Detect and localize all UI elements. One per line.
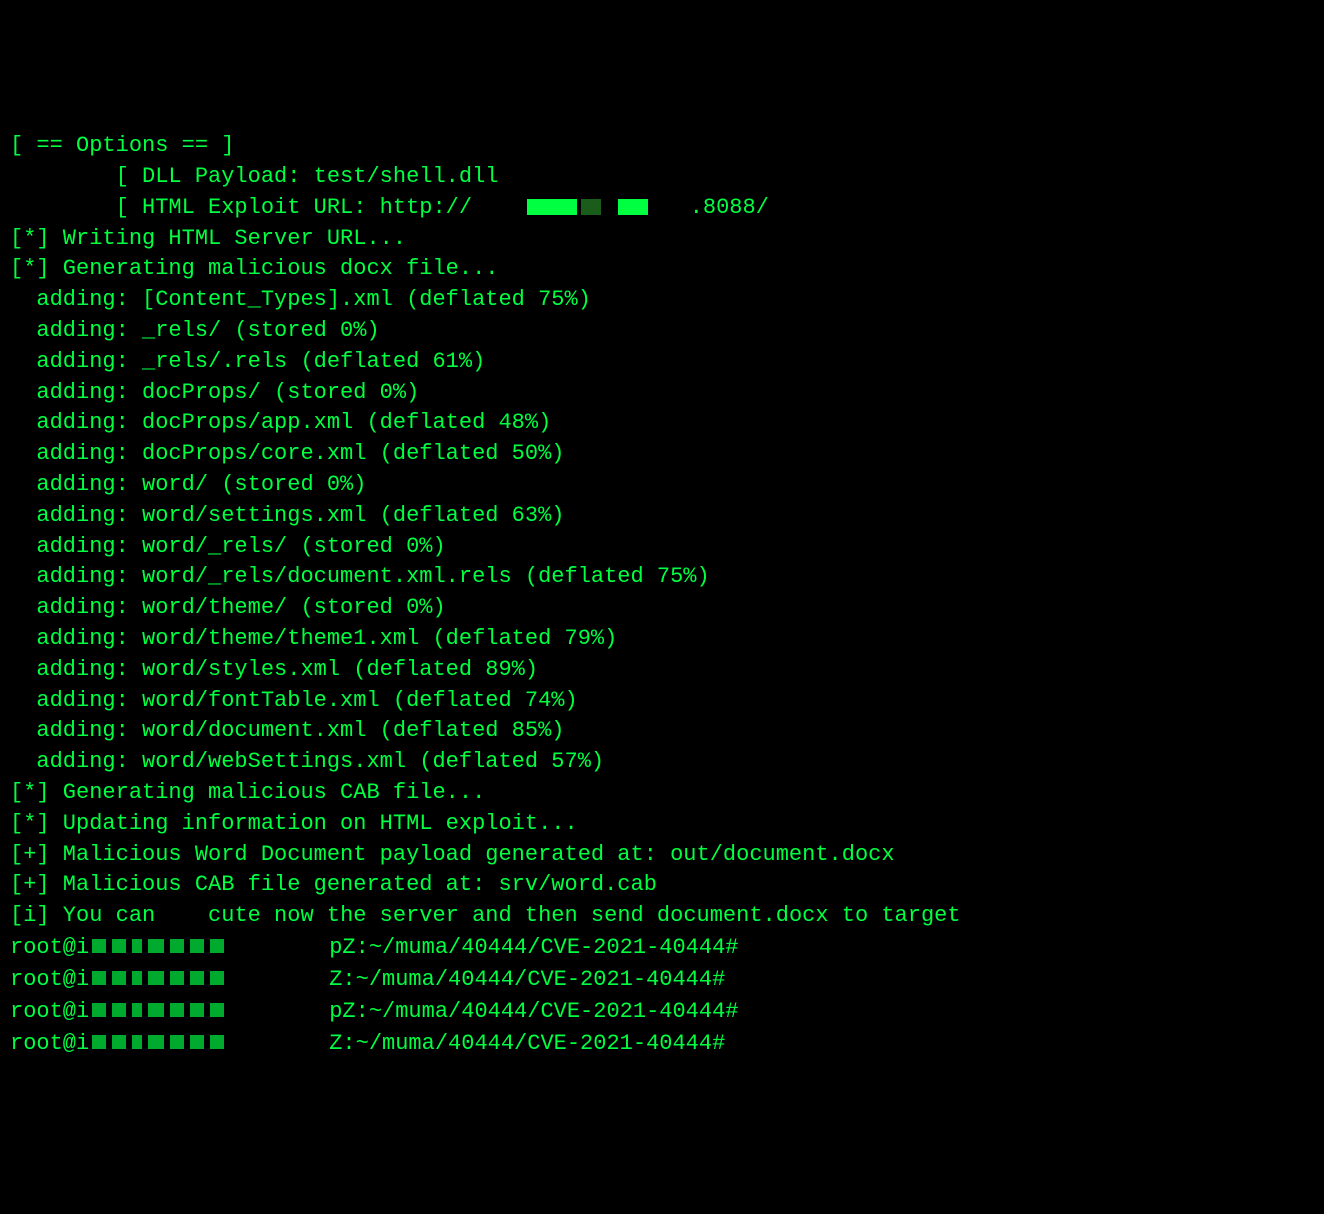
adding-line: adding: docProps/core.xml (deflated 50%) [10,439,1314,470]
adding-line: adding: word/document.xml (deflated 85%) [10,716,1314,747]
shell-prompt[interactable]: root@ipZ:~/muma/40444/CVE-2021-40444# [10,996,1314,1028]
adding-line: adding: word/theme/ (stored 0%) [10,593,1314,624]
shell-prompt[interactable]: root@iZ:~/muma/40444/CVE-2021-40444# [10,1028,1314,1060]
shell-prompt[interactable]: root@iZ:~/muma/40444/CVE-2021-40444# [10,964,1314,996]
options-header: [ == Options == ] [10,131,1314,162]
terminal-output[interactable]: [ == Options == ] [ DLL Payload: test/sh… [10,131,1314,1060]
redacted-hostname [89,996,329,1027]
adding-line: adding: word/settings.xml (deflated 63%) [10,501,1314,532]
status-generating-cab: [*] Generating malicious CAB file... [10,778,1314,809]
adding-line: adding: word/_rels/document.xml.rels (de… [10,562,1314,593]
info-line: [i] You can cute now the server and then… [10,901,1314,932]
status-cab-generated: [+] Malicious CAB file generated at: srv… [10,870,1314,901]
status-generating-docx: [*] Generating malicious docx file... [10,254,1314,285]
adding-line: adding: word/_rels/ (stored 0%) [10,532,1314,563]
redacted-hostname [89,1028,329,1059]
redacted-hostname [89,964,329,995]
redacted-hostname [89,932,329,963]
adding-line: adding: _rels/ (stored 0%) [10,316,1314,347]
status-updating-info: [*] Updating information on HTML exploit… [10,809,1314,840]
adding-line: adding: docProps/ (stored 0%) [10,378,1314,409]
status-writing-url: [*] Writing HTML Server URL... [10,224,1314,255]
status-payload-generated: [+] Malicious Word Document payload gene… [10,840,1314,871]
adding-line: adding: word/theme/theme1.xml (deflated … [10,624,1314,655]
adding-line: adding: [Content_Types].xml (deflated 75… [10,285,1314,316]
adding-line: adding: word/fontTable.xml (deflated 74%… [10,686,1314,717]
html-exploit-url-line: [ HTML Exploit URL: http:// .8088/ [10,193,1314,224]
adding-line: adding: word/webSettings.xml (deflated 5… [10,747,1314,778]
adding-line: adding: word/ (stored 0%) [10,470,1314,501]
adding-line: adding: word/styles.xml (deflated 89%) [10,655,1314,686]
adding-line: adding: _rels/.rels (deflated 61%) [10,347,1314,378]
dll-payload-line: [ DLL Payload: test/shell.dll [10,162,1314,193]
adding-line: adding: docProps/app.xml (deflated 48%) [10,408,1314,439]
shell-prompt[interactable]: root@ipZ:~/muma/40444/CVE-2021-40444# [10,932,1314,964]
redacted-ip [527,199,577,215]
